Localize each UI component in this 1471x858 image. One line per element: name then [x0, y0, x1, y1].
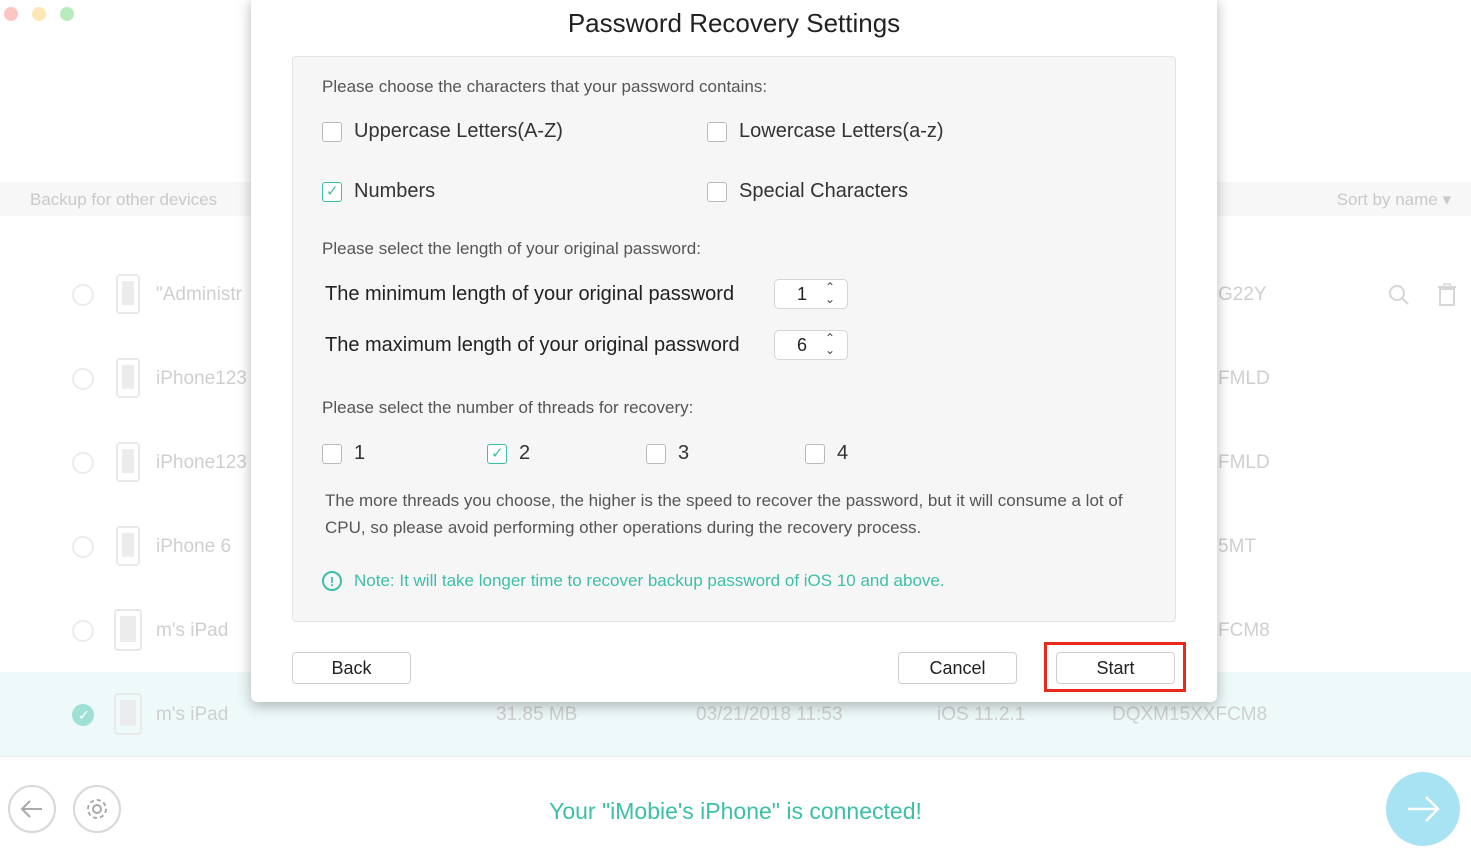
- threads-section-label: Please select the number of threads for …: [322, 398, 694, 417]
- min-length-stepper[interactable]: 1 ⌃ ⌄: [774, 279, 848, 309]
- password-recovery-dialog: Password Recovery Settings Please choose…: [251, 0, 1217, 702]
- min-length-label: The minimum length of your original pass…: [325, 283, 735, 305]
- row-radio-checked[interactable]: [72, 704, 94, 726]
- checkbox-box-checked[interactable]: [487, 443, 507, 464]
- row-radio[interactable]: [72, 368, 94, 390]
- checkbox-label: 2: [519, 442, 531, 464]
- checkbox-box[interactable]: [707, 181, 727, 202]
- checkbox-label: 3: [678, 442, 690, 464]
- sort-dropdown[interactable]: Sort by name ▾: [1337, 190, 1451, 210]
- row-date: 03/21/2018 11:53: [696, 704, 843, 725]
- iphone-icon: [116, 358, 140, 398]
- row-serial: FMLD: [1218, 452, 1270, 473]
- backup-list-title: Backup for other devices: [30, 190, 218, 209]
- trash-icon[interactable]: [1437, 283, 1457, 307]
- row-radio[interactable]: [72, 620, 94, 642]
- row-serial: G22Y: [1218, 284, 1267, 305]
- checkbox-label: 4: [837, 442, 849, 464]
- thread-4-checkbox[interactable]: 4: [805, 442, 848, 465]
- row-size: 31.85 MB: [496, 704, 578, 725]
- iphone-icon: [116, 526, 140, 566]
- row-device-name: iPhone 6: [156, 536, 232, 557]
- thread-2-checkbox[interactable]: 2: [487, 442, 530, 465]
- checkbox-box[interactable]: [322, 121, 342, 142]
- stepper-value: 1: [797, 284, 808, 304]
- settings-panel: Please choose the characters that your p…: [292, 56, 1176, 622]
- row-serial: 5MT: [1218, 536, 1256, 557]
- row-serial: FCM8: [1218, 620, 1270, 641]
- row-device-name: "Administr: [156, 284, 242, 305]
- checkbox-label: 1: [354, 442, 366, 464]
- row-serial: DQXM15XXFCM8: [1112, 704, 1268, 725]
- characters-section-label: Please choose the characters that your p…: [322, 77, 768, 96]
- checkbox-label: Numbers: [354, 180, 436, 202]
- checkbox-label: Uppercase Letters(A-Z): [354, 120, 563, 142]
- row-device-name: m's iPad: [156, 620, 229, 641]
- row-ios-version: iOS 11.2.1: [937, 704, 1026, 725]
- checkbox-label: Lowercase Letters(a-z): [739, 120, 944, 142]
- info-icon: !: [322, 571, 342, 591]
- special-characters-checkbox[interactable]: Special Characters: [707, 180, 908, 203]
- ipad-icon: [114, 693, 142, 735]
- footer-divider: [0, 756, 1471, 757]
- iphone-icon: [116, 274, 140, 314]
- ipad-icon: [114, 609, 142, 651]
- threads-note: The more threads you choose, the higher …: [325, 491, 1123, 537]
- maximize-window-button[interactable]: [60, 7, 74, 21]
- close-window-button[interactable]: [4, 7, 18, 21]
- checkbox-box[interactable]: [646, 443, 666, 464]
- row-radio[interactable]: [72, 536, 94, 558]
- stepper-value: 6: [797, 335, 808, 355]
- row-device-name: iPhone123: [156, 368, 247, 389]
- checkbox-label: Special Characters: [739, 180, 908, 202]
- back-button[interactable]: Back: [292, 652, 411, 684]
- dialog-title: Password Recovery Settings: [567, 8, 901, 38]
- ios-warning: ! Note: It will take longer time to reco…: [322, 571, 945, 591]
- next-button[interactable]: [1386, 772, 1460, 846]
- row-device-name: m's iPad: [156, 704, 229, 725]
- minimize-window-button[interactable]: [32, 7, 46, 21]
- row-serial: FMLD: [1218, 368, 1270, 389]
- start-button-highlight: [1044, 642, 1186, 692]
- lowercase-checkbox[interactable]: Lowercase Letters(a-z): [707, 120, 944, 143]
- checkbox-box[interactable]: [322, 443, 342, 464]
- search-icon[interactable]: [1388, 284, 1410, 306]
- stepper-arrows-icon[interactable]: ⌃ ⌄: [825, 332, 835, 356]
- row-device-name: iPhone123: [156, 452, 247, 473]
- numbers-checkbox[interactable]: Numbers: [322, 180, 435, 203]
- warning-text: Note: It will take longer time to recove…: [354, 571, 945, 590]
- cancel-button[interactable]: Cancel: [898, 652, 1017, 684]
- thread-3-checkbox[interactable]: 3: [646, 442, 689, 465]
- max-length-label: The maximum length of your original pass…: [325, 334, 740, 356]
- thread-1-checkbox[interactable]: 1: [322, 442, 365, 465]
- uppercase-checkbox[interactable]: Uppercase Letters(A-Z): [322, 120, 563, 143]
- iphone-icon: [116, 442, 140, 482]
- connection-status: Your "iMobie's iPhone" is connected!: [549, 798, 922, 824]
- row-radio[interactable]: [72, 284, 94, 306]
- checkbox-box-checked[interactable]: [322, 181, 342, 202]
- arrow-right-icon: [1408, 796, 1440, 822]
- window-controls: [4, 7, 74, 21]
- max-length-stepper[interactable]: 6 ⌃ ⌄: [774, 330, 848, 360]
- checkbox-box[interactable]: [707, 121, 727, 142]
- stepper-arrows-icon[interactable]: ⌃ ⌄: [825, 281, 835, 305]
- row-radio[interactable]: [72, 452, 94, 474]
- checkbox-box[interactable]: [805, 443, 825, 464]
- length-section-label: Please select the length of your origina…: [322, 239, 701, 258]
